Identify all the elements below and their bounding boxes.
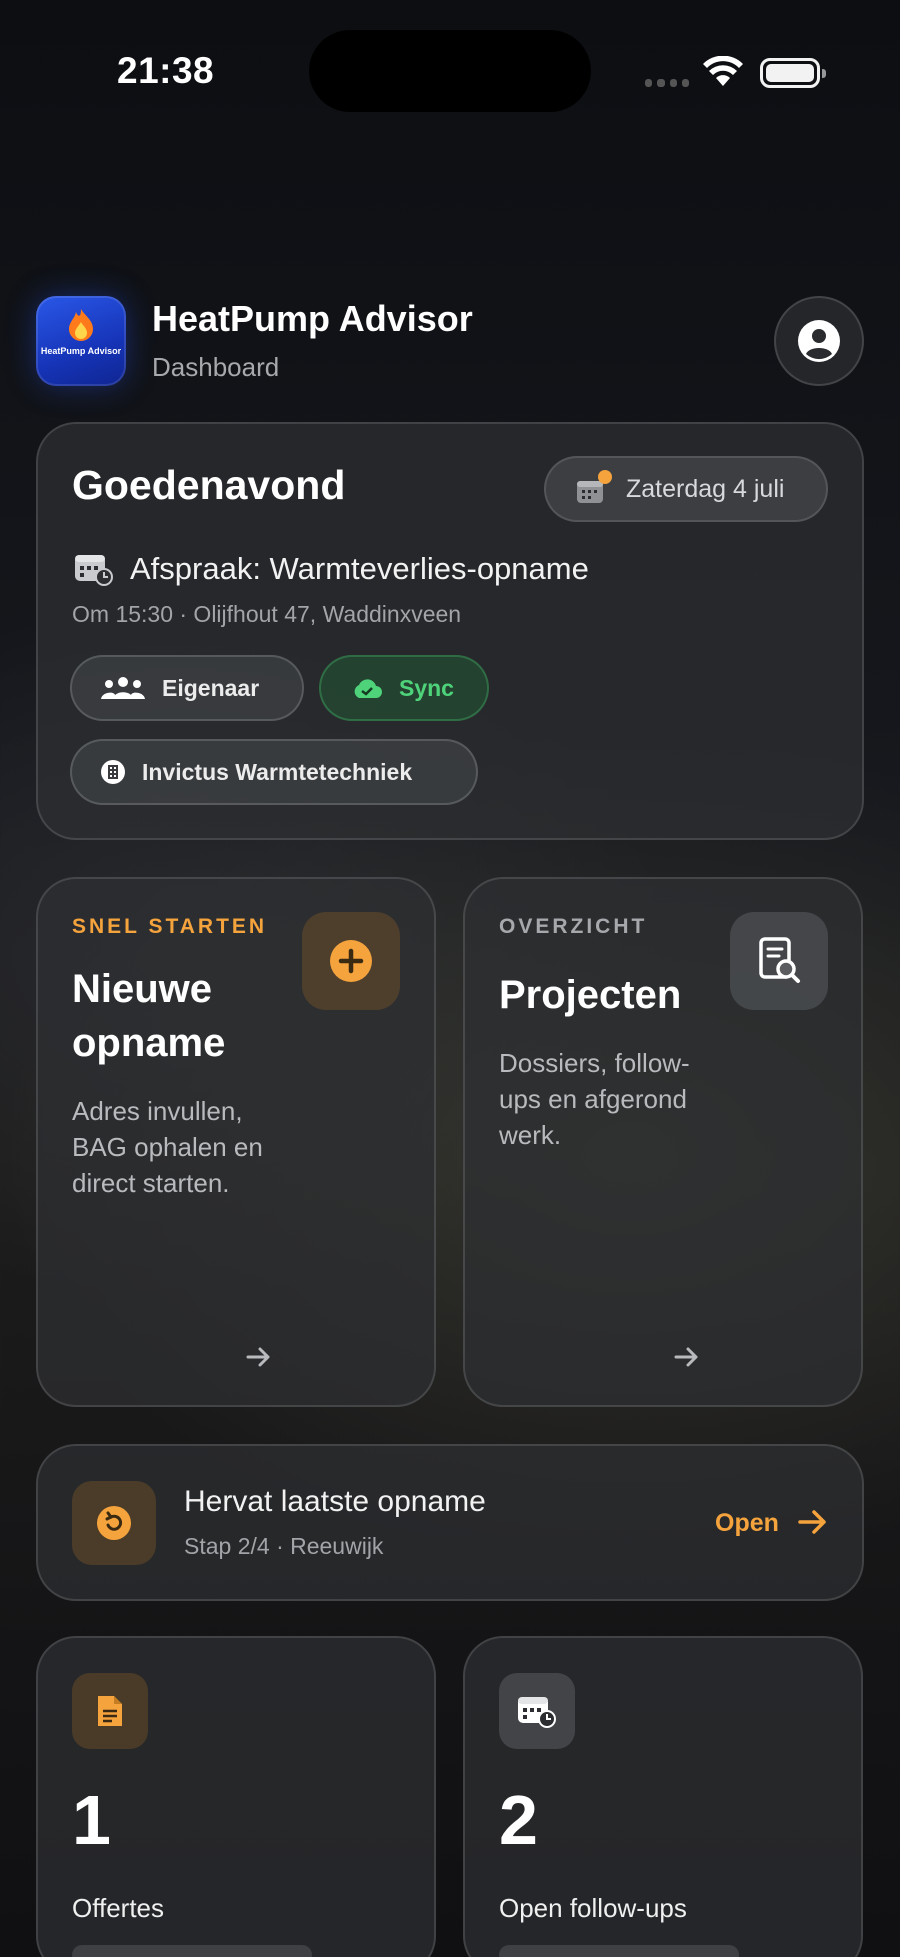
page-subtitle: Dashboard <box>152 352 280 382</box>
role-chip[interactable]: Eigenaar <box>70 655 304 721</box>
arrow-right-icon <box>674 1347 698 1367</box>
resume-icon <box>97 1506 131 1540</box>
user-icon <box>798 320 840 362</box>
quotes-icon-box <box>72 1673 148 1749</box>
new-survey-kicker: SNEL STARTEN <box>72 915 268 938</box>
calendar-clock-icon <box>518 1697 556 1728</box>
app-title: HeatPump Advisor <box>152 298 473 339</box>
date-pill[interactable]: Zaterdag 4 juli <box>544 456 828 522</box>
new-survey-title: Nieuwe opname <box>72 967 226 1065</box>
cellular-signal-icon <box>645 79 689 87</box>
arrow-right-icon <box>246 1347 270 1367</box>
app-logo: HeatPump Advisor <box>36 296 126 386</box>
dynamic-island <box>309 30 591 112</box>
document-search-icon <box>759 937 800 983</box>
sync-chip[interactable]: Sync <box>319 655 489 721</box>
arrow-right-icon[interactable] <box>798 1509 828 1535</box>
followups-icon-box <box>499 1673 575 1749</box>
resume-title: Hervat laatste opname <box>184 1485 486 1518</box>
new-survey-description: Adres invullen, BAG ophalen en direct st… <box>72 1096 263 1198</box>
people-icon <box>101 677 145 699</box>
status-time: 21:38 <box>117 50 215 91</box>
resume-icon-box <box>72 1481 156 1565</box>
followups-subtext <box>499 1945 739 1957</box>
quotes-subtext <box>72 1945 312 1957</box>
wifi-icon <box>703 56 743 86</box>
document-icon <box>98 1696 122 1726</box>
appointment-title: Afspraak: Warmteverlies-opname <box>130 551 589 586</box>
notification-dot <box>598 470 612 484</box>
date-label: Zaterdag 4 juli <box>626 475 785 503</box>
plus-circle-icon <box>330 940 372 982</box>
battery-icon <box>760 58 826 88</box>
flame-icon <box>69 309 93 341</box>
resume-subtitle: Stap 2/4 · Reeuwijk <box>184 1533 384 1559</box>
followups-label: Open follow-ups <box>499 1893 687 1923</box>
company-chip[interactable]: Invictus Warmtetechniek <box>70 739 478 805</box>
company-chip-label: Invictus Warmtetechniek <box>142 758 413 785</box>
followups-count: 2 <box>499 1781 538 1859</box>
app-logo-text: HeatPump Advisor <box>40 346 122 356</box>
cloud-check-icon <box>354 679 382 698</box>
calendar-clock-icon <box>75 555 113 586</box>
projects-description: Dossiers, follow-ups en afgerond werk. <box>499 1048 690 1150</box>
profile-button[interactable] <box>774 296 864 386</box>
role-chip-label: Eigenaar <box>162 674 260 701</box>
add-icon-box <box>302 912 400 1010</box>
resume-open-button[interactable]: Open <box>715 1509 779 1538</box>
greeting-title: Goedenavond <box>72 462 346 508</box>
sync-chip-label: Sync <box>399 674 454 701</box>
quotes-count: 1 <box>72 1781 111 1859</box>
appointment-details: Om 15:30 · Olijfhout 47, Waddinxveen <box>72 601 462 627</box>
quotes-label: Offertes <box>72 1893 165 1923</box>
projects-icon-box <box>730 912 828 1010</box>
projects-kicker: OVERZICHT <box>499 915 648 938</box>
building-icon <box>101 760 125 784</box>
projects-title: Projecten <box>499 973 682 1017</box>
